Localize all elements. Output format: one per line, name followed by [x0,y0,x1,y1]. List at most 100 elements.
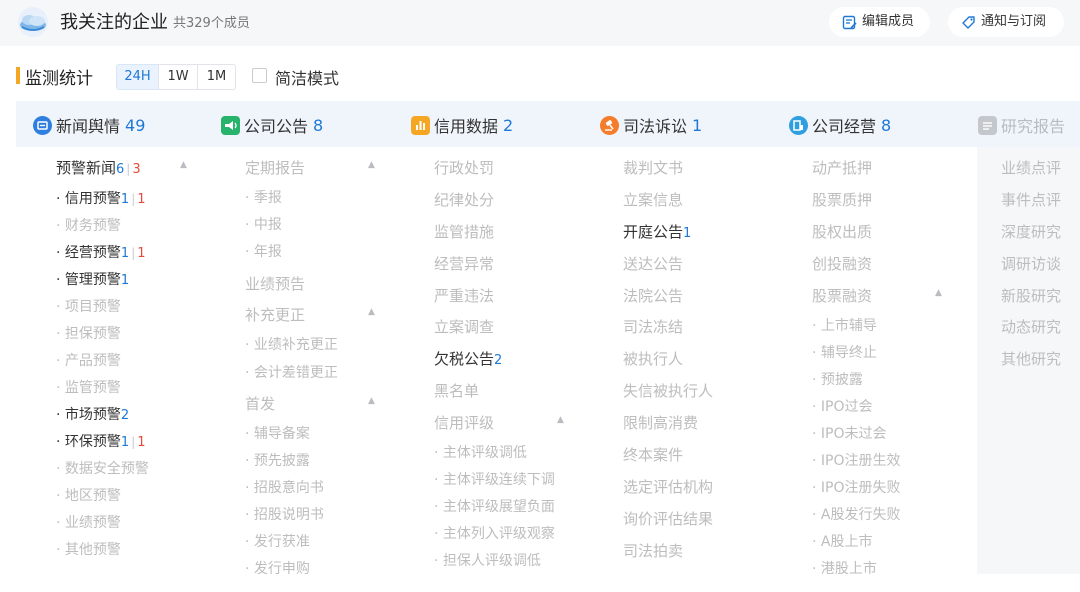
judicial-item[interactable]: 被执行人 [623,348,683,369]
news-item-finance[interactable]: · 财务预警 [56,215,121,235]
ann-group-ipo[interactable]: 首发 [245,393,275,414]
simple-mode-label[interactable]: 简洁模式 [275,65,339,89]
news-item-management[interactable]: · 管理预警1 [56,269,129,289]
news-item-regulatory[interactable]: · 监管预警 [56,377,121,397]
judicial-item[interactable]: 立案信息 [623,189,683,210]
research-item[interactable]: 调研访谈 [1001,253,1061,274]
financing-item[interactable]: · IPO未过会 [812,423,887,443]
range-24h-button[interactable]: 24H [116,64,159,90]
rating-item[interactable]: · 主体评级调低 [434,442,527,462]
news-item-region[interactable]: · 地区预警 [56,485,121,505]
ann-item-performance-correction[interactable]: · 业绩补充更正 [245,334,338,354]
operations-item-stock-financing[interactable]: 股票融资 [812,285,872,306]
tab-announcements[interactable]: 公司公告 8 [221,113,323,137]
news-item-market[interactable]: · 市场预警2 [56,404,129,424]
collapse-caret-icon[interactable]: ▲ [935,288,942,298]
judicial-item[interactable]: 裁判文书 [623,157,683,178]
rating-item[interactable]: · 主体评级展望负面 [434,496,555,516]
financing-item[interactable]: · 上市辅导 [812,315,877,335]
rating-item[interactable]: · 主体评级连续下调 [434,469,555,489]
collapse-caret-icon[interactable]: ▲ [368,396,375,406]
rating-item[interactable]: · 担保人评级调低 [434,550,541,570]
notify-subscribe-button[interactable]: 通知与订阅 [948,7,1064,37]
operations-item[interactable]: 动产抵押 [812,157,872,178]
news-item-label: · 产品预警 [56,353,121,369]
ann-item-interim[interactable]: · 中报 [245,214,282,234]
ann-item-issue-approved[interactable]: · 发行获准 [245,531,310,551]
simple-mode-checkbox[interactable] [252,68,267,83]
ann-item-annual[interactable]: · 年报 [245,241,282,261]
judicial-item[interactable]: 失信被执行人 [623,380,713,401]
judicial-item[interactable]: 送达公告 [623,253,683,274]
research-item[interactable]: 动态研究 [1001,316,1061,337]
credit-item[interactable]: 纪律处分 [434,189,494,210]
financing-item[interactable]: · 辅导终止 [812,342,877,362]
tab-operations[interactable]: 公司经营 8 [789,113,891,137]
news-item-project[interactable]: · 项目预警 [56,296,121,316]
tab-news[interactable]: 新闻舆情 49 [33,113,145,137]
ann-item-quarterly[interactable]: · 季报 [245,187,282,207]
judicial-item[interactable]: 司法拍卖 [623,540,683,561]
credit-item[interactable]: 经营异常 [434,253,494,274]
research-item[interactable]: 深度研究 [1001,221,1061,242]
range-1m-button[interactable]: 1M [197,64,236,90]
news-item-credit[interactable]: · 信用预警1 | 1 [56,188,146,208]
financing-item[interactable]: · IPO过会 [812,396,873,416]
ann-item-accounting-correction[interactable]: · 会计差错更正 [245,362,338,382]
tab-judicial-count: 1 [692,115,703,135]
operations-item[interactable]: 创投融资 [812,253,872,274]
research-item[interactable]: 事件点评 [1001,189,1061,210]
tab-research[interactable]: 研究报告 [978,113,1065,137]
tab-credit[interactable]: 信用数据 2 [411,113,513,137]
category-tabs: 新闻舆情 49 公司公告 8 信用数据 2 司法诉讼 1 公司经营 8 研究报告 [16,101,1080,147]
judicial-item[interactable]: 询价评估结果 [623,508,713,529]
tab-judicial[interactable]: 司法诉讼 1 [600,113,702,137]
operations-item[interactable]: 股权出质 [812,221,872,242]
collapse-caret-icon[interactable]: ▲ [368,307,375,317]
credit-item[interactable]: 严重违法 [434,285,494,306]
judicial-item[interactable]: 司法冻结 [623,316,683,337]
financing-item[interactable]: · A股发行失败 [812,504,900,524]
collapse-caret-icon[interactable]: ▲ [180,160,187,170]
financing-item[interactable]: · A股上市 [812,531,872,551]
news-warning-header[interactable]: 预警新闻6 | 3 [56,157,141,178]
credit-item[interactable]: 监管措施 [434,221,494,242]
ann-group-forecast[interactable]: 业绩预告 [245,273,305,294]
judicial-item[interactable]: 终本案件 [623,444,683,465]
news-item-performance[interactable]: · 业绩预警 [56,512,121,532]
financing-item[interactable]: · 预披露 [812,369,863,389]
credit-item[interactable]: 黑名单 [434,380,479,401]
judicial-item-hearing[interactable]: 开庭公告1 [623,221,691,242]
operations-item[interactable]: 股票质押 [812,189,872,210]
research-item[interactable]: 其他研究 [1001,348,1061,369]
judicial-item[interactable]: 选定评估机构 [623,476,713,497]
ann-group-periodic[interactable]: 定期报告 [245,157,305,178]
news-item-product[interactable]: · 产品预警 [56,350,121,370]
rating-item[interactable]: · 主体列入评级观察 [434,523,555,543]
credit-item[interactable]: 行政处罚 [434,157,494,178]
news-item-operation[interactable]: · 经营预警1 | 1 [56,242,146,262]
ann-item-tutoring-filing[interactable]: · 辅导备案 [245,423,310,443]
news-item-other[interactable]: · 其他预警 [56,539,121,559]
collapse-caret-icon[interactable]: ▲ [368,160,375,170]
edit-members-button[interactable]: 编辑成员 [829,7,930,37]
judicial-item[interactable]: 法院公告 [623,285,683,306]
credit-item-rating[interactable]: 信用评级 [434,412,494,433]
research-item[interactable]: 业绩点评 [1001,157,1061,178]
news-item-guarantee[interactable]: · 担保预警 [56,323,121,343]
range-1w-button[interactable]: 1W [158,64,198,90]
ann-group-correction[interactable]: 补充更正 [245,304,305,325]
credit-item[interactable]: 立案调查 [434,316,494,337]
ann-item-prospectus[interactable]: · 招股说明书 [245,504,324,524]
judicial-item[interactable]: 限制高消费 [623,412,698,433]
news-item-data-security[interactable]: · 数据安全预警 [56,458,149,478]
ann-item-prospectus-intent[interactable]: · 招股意向书 [245,477,324,497]
credit-item-tax-arrears[interactable]: 欠税公告2 [434,348,502,369]
research-item[interactable]: 新股研究 [1001,285,1061,306]
ann-item-pre-disclosure[interactable]: · 预先披露 [245,450,310,470]
financing-item[interactable]: · IPO注册生效 [812,450,901,470]
news-item-environment[interactable]: · 环保预警1 | 1 [56,431,146,451]
financing-item[interactable]: · IPO注册失败 [812,477,901,497]
tab-operations-label: 公司经营 [812,117,877,136]
collapse-caret-icon[interactable]: ▲ [557,415,564,425]
